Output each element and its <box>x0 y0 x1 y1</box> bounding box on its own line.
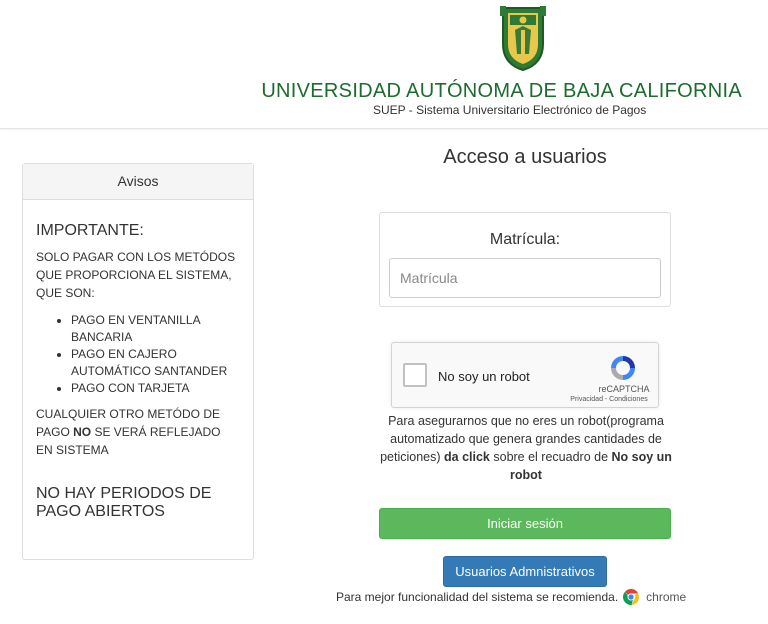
admin-users-button[interactable]: Usuarios Admnistrativos <box>443 556 607 587</box>
notices-intro: SOLO PAGAR CON LOS METÓDOS QUE PROPORCIO… <box>36 250 236 300</box>
captcha-explanation: Para asegurarnos que no eres un robot(pr… <box>378 412 674 484</box>
recaptcha-label: No soy un robot <box>438 369 530 384</box>
recaptcha-brand: reCAPTCHA <box>598 384 650 394</box>
important-heading: IMPORTANTE: <box>36 222 144 239</box>
list-item: PAGO CON TARJETA <box>71 380 240 397</box>
login-title: Acceso a usuarios <box>443 146 607 168</box>
recaptcha-icon <box>611 356 635 380</box>
payment-methods-list: PAGO EN VENTANILLA BANCARIA PAGO EN CAJE… <box>36 312 240 397</box>
notices-warning: CUALQUIER OTRO METÓDO DE PAGO NO SE VERÁ… <box>36 405 240 459</box>
recaptcha-links[interactable]: Privacidad - Condiciones <box>562 396 656 403</box>
matricula-label: Matrícula: <box>489 231 561 248</box>
no-periods-notice: NO HAY PERIODOS DE PAGO ABIERTOS <box>36 485 212 520</box>
recaptcha-checkbox[interactable] <box>403 363 427 387</box>
page-header: UNIVERSIDAD AUTÓNOMA DE BAJA CALIFORNIA … <box>0 0 768 129</box>
browser-recommendation: Para mejor funcionalidad del sistema se … <box>336 588 686 606</box>
recaptcha-widget: No soy un robot reCAPTCHA Privacidad - C… <box>391 342 659 408</box>
system-subtitle: SUEP - Sistema Universitario Electrónico… <box>373 103 647 117</box>
chrome-icon <box>623 589 640 606</box>
explanation-emphasis: da click <box>444 450 490 464</box>
list-item: PAGO EN CAJERO AUTOMÁTICO SANTANDER <box>71 346 240 380</box>
notices-panel: Avisos IMPORTANTE: SOLO PAGAR CON LOS ME… <box>22 163 254 560</box>
explanation-text-2: sobre el recuadro de <box>489 450 612 464</box>
recommendation-text: Para mejor funcionalidad del sistema se … <box>336 590 619 604</box>
uabc-shield-logo <box>500 6 546 72</box>
notices-title: Avisos <box>23 164 253 200</box>
warning-emphasis: NO <box>73 425 92 439</box>
matricula-input[interactable] <box>389 258 661 298</box>
university-title: UNIVERSIDAD AUTÓNOMA DE BAJA CALIFORNIA <box>261 80 742 102</box>
login-button[interactable]: Iniciar sesión <box>379 508 671 539</box>
chrome-label: chrome <box>646 590 687 604</box>
matricula-box: Matrícula: <box>379 212 671 307</box>
list-item: PAGO EN VENTANILLA BANCARIA <box>71 312 240 346</box>
